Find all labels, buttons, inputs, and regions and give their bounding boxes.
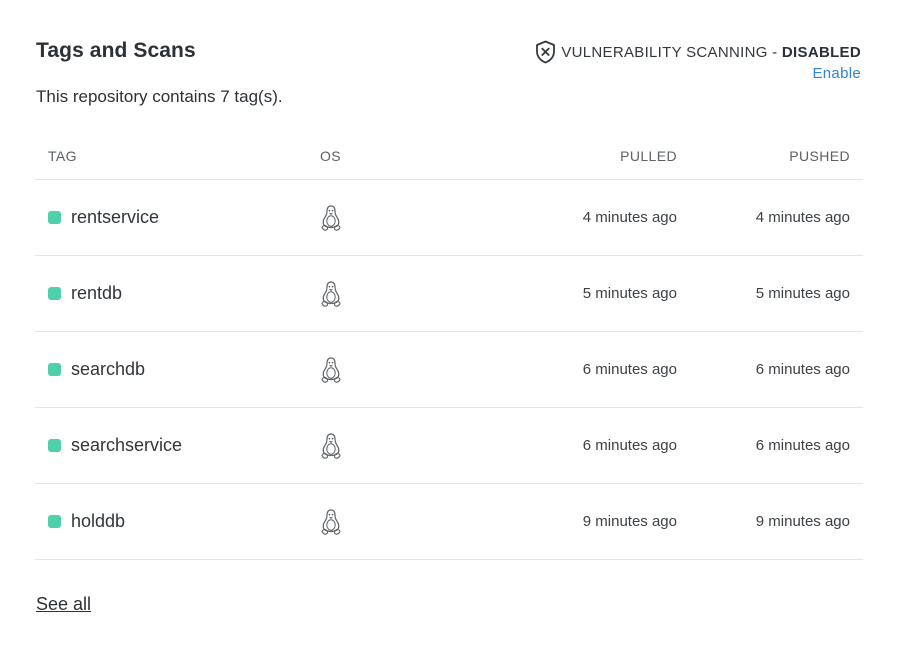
tag-link[interactable]: rentservice <box>71 207 159 228</box>
pushed-time: 5 minutes ago <box>755 285 850 302</box>
pulled-time: 6 minutes ago <box>582 437 677 454</box>
pushed-time: 4 minutes ago <box>755 209 850 226</box>
tag-cell: searchservice <box>35 435 307 456</box>
os-cell <box>307 280 457 308</box>
tag-link[interactable]: searchservice <box>71 435 182 456</box>
header-pushed: PUSHED <box>789 148 850 164</box>
pulled-time: 6 minutes ago <box>582 361 677 378</box>
status-dot <box>48 515 61 528</box>
pushed-time: 6 minutes ago <box>755 361 850 378</box>
vulnerability-line: VULNERABILITY SCANNING - DISABLED <box>535 40 861 64</box>
header-os: OS <box>320 148 342 164</box>
table-header: TAG OS PULLED PUSHED <box>35 133 863 180</box>
linux-icon <box>321 356 341 383</box>
pulled-time: 9 minutes ago <box>582 513 677 530</box>
section-title: Tags and Scans <box>36 39 196 62</box>
tags-table: TAG OS PULLED PUSHED rentservice 4 minut… <box>35 133 863 560</box>
linux-icon <box>321 280 341 307</box>
status-dot <box>48 211 61 224</box>
header-pulled: PULLED <box>620 148 677 164</box>
pushed-time: 6 minutes ago <box>755 437 850 454</box>
tag-cell: holddb <box>35 511 307 532</box>
table-row: searchservice 6 minutes ago 6 minutes ag… <box>35 408 863 484</box>
table-row: rentdb 5 minutes ago 5 minutes ago <box>35 256 863 332</box>
vulnerability-label: VULNERABILITY SCANNING - <box>561 43 782 61</box>
pushed-time: 9 minutes ago <box>755 513 850 530</box>
tag-cell: rentdb <box>35 283 307 304</box>
os-cell <box>307 508 457 536</box>
os-cell <box>307 356 457 384</box>
shield-x-icon <box>536 40 556 64</box>
enable-scanning-link[interactable]: Enable <box>535 65 861 82</box>
status-dot <box>48 439 61 452</box>
status-dot <box>48 287 61 300</box>
header-tag: TAG <box>48 148 77 164</box>
tag-link[interactable]: holddb <box>71 511 125 532</box>
tag-cell: searchdb <box>35 359 307 380</box>
os-cell <box>307 432 457 460</box>
linux-icon <box>321 508 341 535</box>
vulnerability-scanning-status: VULNERABILITY SCANNING - DISABLED Enable <box>535 40 861 82</box>
linux-icon <box>321 432 341 459</box>
pulled-time: 4 minutes ago <box>582 209 677 226</box>
tags-and-scans-panel: Tags and Scans VULNERABILITY SCANNING - … <box>0 0 897 665</box>
tag-cell: rentservice <box>35 207 307 228</box>
table-row: searchdb 6 minutes ago 6 minutes ago <box>35 332 863 408</box>
table-row: rentservice 4 minutes ago 4 minutes ago <box>35 180 863 256</box>
os-cell <box>307 204 457 232</box>
pulled-time: 5 minutes ago <box>582 285 677 302</box>
vulnerability-status: DISABLED <box>781 43 861 61</box>
status-dot <box>48 363 61 376</box>
tag-link[interactable]: rentdb <box>71 283 122 304</box>
linux-icon <box>321 204 341 231</box>
table-row: holddb 9 minutes ago 9 minutes ago <box>35 484 863 560</box>
tag-count-text: This repository contains 7 tag(s). <box>36 87 283 106</box>
tag-link[interactable]: searchdb <box>71 359 145 380</box>
see-all-link[interactable]: See all <box>36 594 91 615</box>
